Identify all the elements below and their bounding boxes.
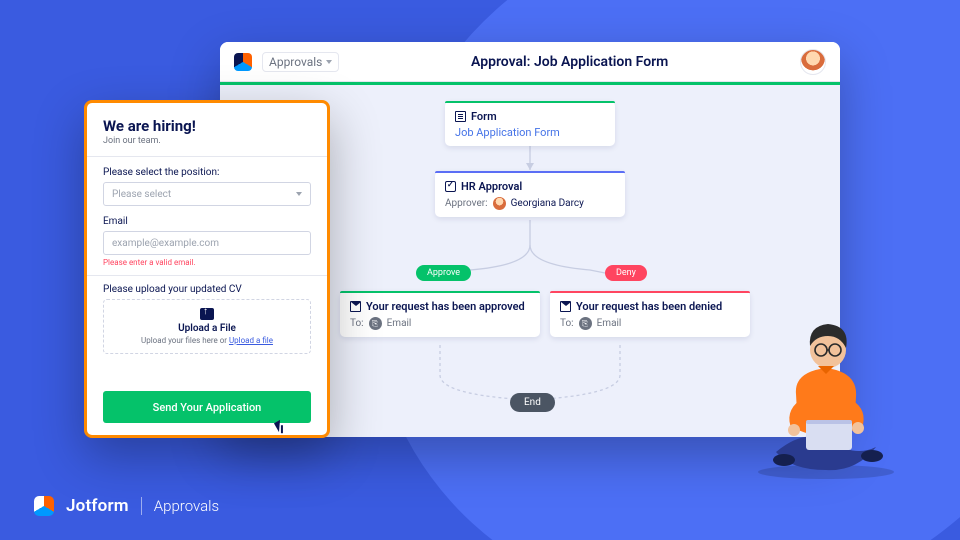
application-form-card: We are hiring! Join our team. Please sel… bbox=[84, 100, 330, 438]
submit-button[interactable]: Send Your Application bbox=[103, 391, 311, 423]
link-icon: ⎘ bbox=[369, 317, 382, 330]
approved-to-value: Email bbox=[387, 318, 412, 329]
position-label: Please select the position: bbox=[103, 167, 311, 178]
node-approved-label: Your request has been approved bbox=[366, 300, 525, 313]
node-hr-approval[interactable]: HR Approval Approver: Georgiana Darcy bbox=[435, 171, 625, 217]
email-placeholder: example@example.com bbox=[112, 238, 219, 249]
node-form-link[interactable]: Job Application Form bbox=[455, 126, 605, 139]
user-avatar[interactable] bbox=[800, 49, 826, 75]
cursor-icon bbox=[274, 420, 285, 432]
person-illustration bbox=[736, 302, 916, 482]
footer-divider bbox=[141, 497, 142, 515]
upload-hint: Upload your files here or Upload a file bbox=[110, 336, 304, 345]
jotform-logo-icon bbox=[234, 53, 252, 71]
breadcrumb-approvals[interactable]: Approvals bbox=[262, 52, 339, 72]
denied-to-label: To: bbox=[560, 318, 574, 329]
node-email-approved[interactable]: Your request has been approved To: ⎘ Ema… bbox=[340, 291, 540, 337]
form-title: We are hiring! bbox=[103, 117, 311, 135]
email-error: Please enter a valid email. bbox=[103, 258, 311, 267]
cv-upload-dropzone[interactable]: Upload a File Upload your files here or … bbox=[103, 299, 311, 354]
mail-icon bbox=[350, 301, 361, 312]
email-input[interactable]: example@example.com bbox=[103, 231, 311, 255]
submit-label: Send Your Application bbox=[153, 401, 262, 414]
approver-avatar-icon bbox=[493, 197, 506, 210]
position-placeholder: Please select bbox=[112, 189, 171, 200]
mail-icon bbox=[560, 301, 571, 312]
page-title: Approval: Job Application Form bbox=[349, 54, 790, 70]
approval-icon bbox=[445, 181, 456, 192]
email-label: Email bbox=[103, 216, 311, 227]
chevron-down-icon bbox=[296, 192, 302, 196]
approver-name: Georgiana Darcy bbox=[511, 198, 584, 209]
approved-to-label: To: bbox=[350, 318, 364, 329]
upload-icon bbox=[200, 308, 214, 320]
form-icon bbox=[455, 111, 466, 122]
product-name: Approvals bbox=[154, 497, 219, 515]
outcome-deny-pill[interactable]: Deny bbox=[605, 265, 647, 281]
cv-label: Please upload your updated CV bbox=[103, 284, 311, 295]
form-subtitle: Join our team. bbox=[103, 136, 311, 146]
footer-brand: Jotform Approvals bbox=[34, 496, 219, 516]
jotform-logo-icon bbox=[34, 496, 54, 516]
link-icon: ⎘ bbox=[579, 317, 592, 330]
node-end[interactable]: End bbox=[510, 393, 555, 412]
approver-label: Approver: bbox=[445, 198, 488, 209]
node-denied-label: Your request has been denied bbox=[576, 300, 722, 313]
outcome-approve-pill[interactable]: Approve bbox=[416, 265, 471, 281]
node-form-label: Form bbox=[471, 110, 497, 123]
node-email-denied[interactable]: Your request has been denied To: ⎘ Email bbox=[550, 291, 750, 337]
position-select[interactable]: Please select bbox=[103, 182, 311, 206]
denied-to-value: Email bbox=[597, 318, 622, 329]
node-form[interactable]: Form Job Application Form bbox=[445, 101, 615, 146]
brand-name: Jotform bbox=[66, 496, 129, 516]
upload-title: Upload a File bbox=[110, 323, 304, 334]
app-header: Approvals Approval: Job Application Form bbox=[220, 42, 840, 82]
breadcrumb-label: Approvals bbox=[269, 55, 322, 69]
upload-link[interactable]: Upload a file bbox=[229, 336, 273, 345]
node-hr-label: HR Approval bbox=[461, 180, 522, 193]
chevron-down-icon bbox=[326, 60, 332, 64]
